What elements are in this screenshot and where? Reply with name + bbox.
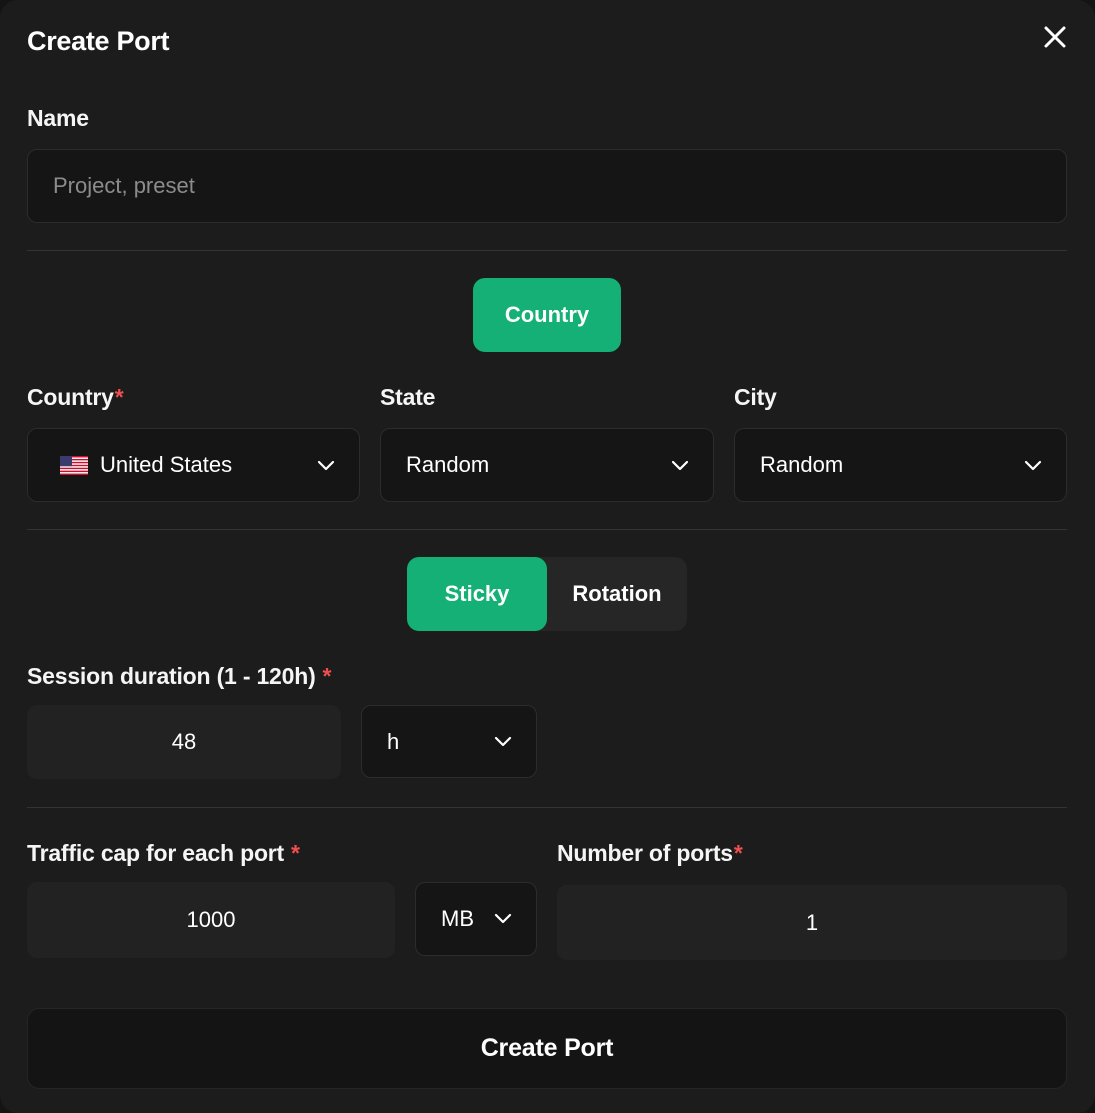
- session-duration-unit-value: h: [387, 728, 400, 754]
- state-label: State: [380, 384, 436, 410]
- state-selected-value: Random: [406, 452, 490, 477]
- traffic-cap-label-text: Traffic cap for each port: [27, 840, 285, 866]
- city-select[interactable]: Random: [734, 428, 1067, 502]
- country-label: Country*: [27, 384, 124, 411]
- session-duration-label-text: Session duration (1 - 120h): [27, 663, 316, 689]
- chevron-down-icon: [494, 913, 512, 924]
- divider: [27, 529, 1067, 530]
- create-port-modal: Create Port Name Country Country* United…: [0, 0, 1095, 1113]
- session-duration-label: Session duration (1 - 120h) *: [27, 663, 332, 690]
- required-mark: *: [114, 384, 124, 410]
- chevron-down-icon: [1024, 460, 1042, 471]
- traffic-cap-field: [27, 882, 395, 958]
- required-mark: *: [291, 840, 300, 866]
- location-mode-country-button[interactable]: Country: [473, 278, 621, 352]
- city-label: City: [734, 384, 777, 410]
- city-selected-value: Random: [760, 452, 844, 477]
- chevron-down-icon: [317, 460, 335, 471]
- chevron-down-icon: [671, 460, 689, 471]
- close-icon[interactable]: [1040, 22, 1070, 52]
- traffic-cap-label: Traffic cap for each port *: [27, 840, 300, 867]
- ports-input[interactable]: [558, 886, 1066, 959]
- modal-title: Create Port: [27, 26, 170, 56]
- us-flag-icon: [60, 455, 88, 475]
- ports-field: [557, 885, 1067, 960]
- ports-label: Number of ports*: [557, 840, 743, 867]
- session-duration-unit-select[interactable]: h: [361, 705, 537, 778]
- session-duration-field: [27, 705, 341, 779]
- ports-label-text: Number of ports: [557, 840, 733, 866]
- country-selected-value: United States: [100, 452, 233, 477]
- session-type-rotation-button[interactable]: Rotation: [547, 557, 687, 631]
- traffic-cap-input[interactable]: [28, 883, 394, 957]
- state-select[interactable]: Random: [380, 428, 714, 502]
- name-input[interactable]: [53, 150, 1066, 222]
- name-field-wrapper: [27, 149, 1067, 223]
- chevron-down-icon: [494, 736, 512, 747]
- required-mark: *: [322, 663, 332, 689]
- divider: [27, 807, 1067, 808]
- divider: [27, 250, 1067, 251]
- required-mark: *: [733, 840, 743, 866]
- name-label: Name: [27, 105, 89, 131]
- session-type-sticky-button[interactable]: Sticky: [407, 557, 547, 631]
- country-select[interactable]: United States: [27, 428, 360, 502]
- create-port-button[interactable]: Create Port: [27, 1008, 1067, 1089]
- traffic-cap-unit-value: MB: [441, 906, 474, 931]
- traffic-cap-unit-select[interactable]: MB: [415, 882, 537, 956]
- country-label-text: Country: [27, 384, 114, 410]
- session-duration-input[interactable]: [28, 706, 340, 778]
